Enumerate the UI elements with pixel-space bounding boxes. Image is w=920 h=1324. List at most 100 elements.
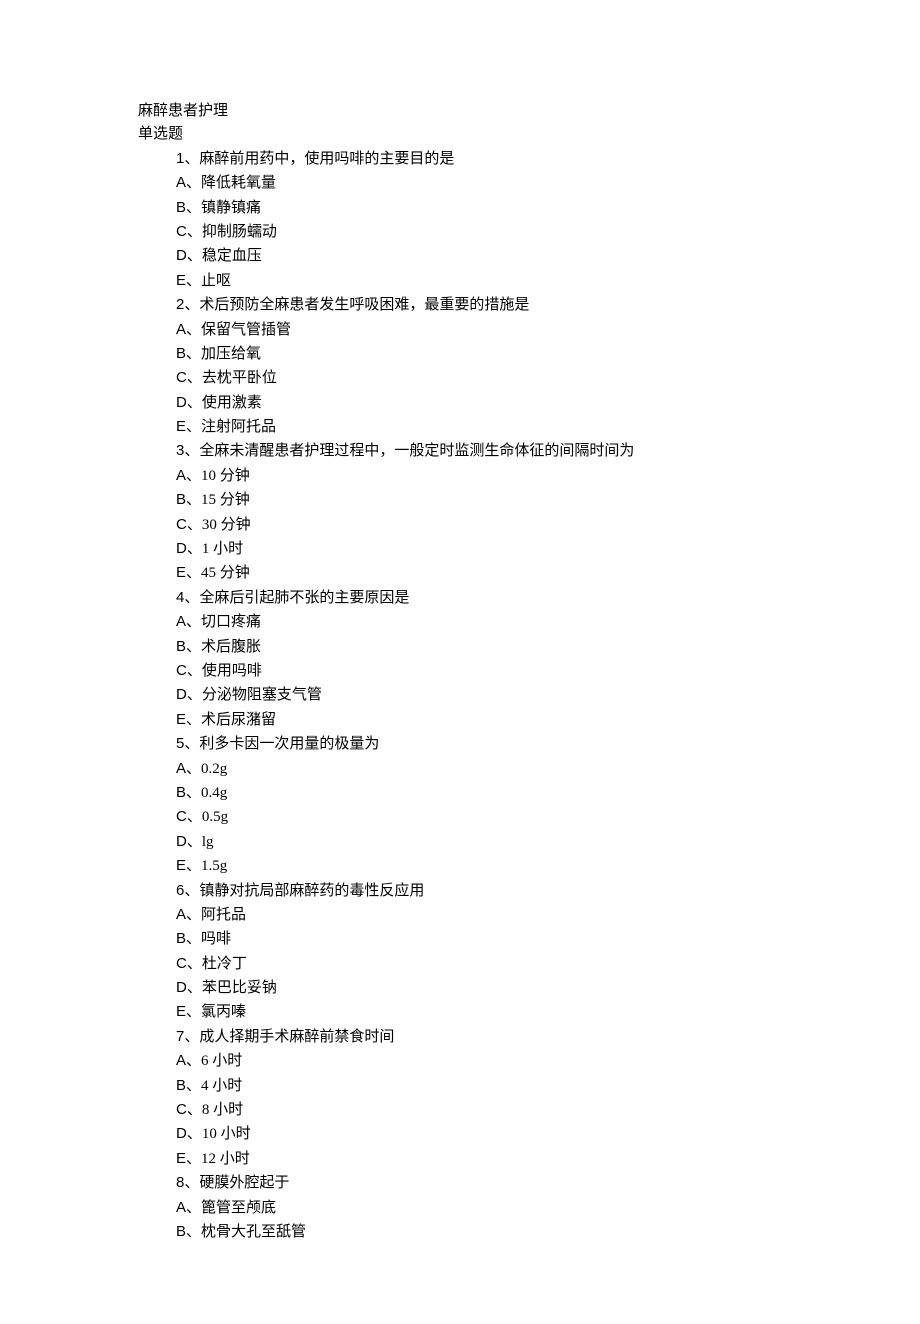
option-text: 0.4g (201, 785, 227, 801)
option-text: 12 小时 (201, 1151, 250, 1167)
option-separator: 、 (187, 980, 202, 996)
option-separator: 、 (187, 224, 202, 240)
option-text: 保留气管插管 (201, 322, 291, 338)
option-separator: 、 (186, 639, 201, 655)
option-separator: 、 (186, 565, 201, 581)
document-title: 麻醉患者护理 (138, 100, 782, 123)
option-separator: 、 (187, 1102, 202, 1118)
option-separator: 、 (186, 1078, 201, 1094)
option-label: E (176, 418, 186, 435)
option-line: A、10 分钟 (138, 464, 782, 488)
option-line: C、0.5g (138, 805, 782, 829)
option-line: C、抑制肠蠕动 (138, 220, 782, 244)
option-line: B、0.4g (138, 781, 782, 805)
option-separator: 、 (186, 492, 201, 508)
option-text: 使用激素 (202, 395, 262, 411)
option-text: 注射阿托品 (201, 419, 276, 435)
option-separator: 、 (187, 541, 202, 557)
option-separator: 、 (186, 175, 201, 191)
option-label: A (176, 613, 186, 630)
option-label: C (176, 223, 187, 240)
question-text: 1、麻醉前用药中，使用吗啡的主要目的是 (138, 147, 782, 171)
option-line: E、45 分钟 (138, 561, 782, 585)
option-separator: 、 (187, 370, 202, 386)
option-label: A (176, 760, 186, 777)
option-line: B、镇静镇痛 (138, 196, 782, 220)
option-line: B、枕骨大孔至舐管 (138, 1220, 782, 1244)
option-text: 苯巴比妥钠 (202, 980, 277, 996)
option-separator: 、 (186, 419, 201, 435)
option-separator: 、 (186, 761, 201, 777)
option-separator: 、 (186, 712, 201, 728)
option-line: D、1 小时 (138, 537, 782, 561)
option-line: C、8 小时 (138, 1098, 782, 1122)
option-line: A、6 小时 (138, 1049, 782, 1073)
option-separator: 、 (187, 517, 202, 533)
option-text: 止呕 (201, 273, 231, 289)
option-text: 10 分钟 (201, 468, 250, 484)
option-separator: 、 (186, 858, 201, 874)
option-text: 镇静镇痛 (201, 200, 261, 216)
option-separator: 、 (186, 785, 201, 801)
option-separator: 、 (187, 809, 202, 825)
option-text: 0.5g (202, 809, 228, 825)
option-label: D (176, 394, 187, 411)
question-separator: 、 (184, 297, 199, 313)
option-text: 0.2g (201, 761, 227, 777)
option-separator: 、 (187, 687, 202, 703)
option-separator: 、 (186, 614, 201, 630)
option-text: 使用吗啡 (202, 663, 262, 679)
option-line: E、12 小时 (138, 1147, 782, 1171)
question-text: 6、镇静对抗局部麻醉药的毒性反应用 (138, 879, 782, 903)
section-heading: 单选题 (138, 123, 782, 146)
option-separator: 、 (186, 907, 201, 923)
option-text: lg (202, 834, 214, 850)
question-separator: 、 (184, 151, 199, 167)
question-stem: 成人择期手术麻醉前禁食时间 (199, 1029, 394, 1045)
option-label: C (176, 662, 187, 679)
option-line: E、注射阿托品 (138, 415, 782, 439)
option-label: A (176, 1199, 186, 1216)
option-line: B、15 分钟 (138, 488, 782, 512)
option-label: A (176, 467, 186, 484)
question-stem: 镇静对抗局部麻醉药的毒性反应用 (199, 883, 424, 899)
option-label: E (176, 564, 186, 581)
option-separator: 、 (186, 346, 201, 362)
question-stem: 利多卡因一次用量的极量为 (199, 736, 379, 752)
option-label: E (176, 1150, 186, 1167)
option-text: 1.5g (201, 858, 227, 874)
option-label: E (176, 857, 186, 874)
question-text: 4、全麻后引起肺不张的主要原因是 (138, 586, 782, 610)
question-separator: 、 (184, 736, 199, 752)
question-separator: 、 (184, 883, 199, 899)
option-separator: 、 (186, 1200, 201, 1216)
option-label: C (176, 808, 187, 825)
option-line: A、阿托品 (138, 903, 782, 927)
option-text: 4 小时 (201, 1078, 242, 1094)
option-separator: 、 (186, 273, 201, 289)
option-text: 10 小时 (202, 1126, 251, 1142)
option-line: D、使用激素 (138, 391, 782, 415)
option-line: A、篦管至颅底 (138, 1196, 782, 1220)
option-text: 6 小时 (201, 1053, 242, 1069)
option-line: B、加压给氧 (138, 342, 782, 366)
option-line: C、使用吗啡 (138, 659, 782, 683)
questions-container: 1、麻醉前用药中，使用吗啡的主要目的是A、降低耗氧量B、镇静镇痛C、抑制肠蠕动D… (138, 147, 782, 1245)
question-stem: 硬膜外腔起于 (199, 1175, 289, 1191)
option-text: 枕骨大孔至舐管 (201, 1224, 306, 1240)
option-line: D、lg (138, 830, 782, 854)
option-label: B (176, 638, 186, 655)
option-line: B、4 小时 (138, 1074, 782, 1098)
option-text: 分泌物阻塞支气管 (202, 687, 322, 703)
option-label: B (176, 345, 186, 362)
option-text: 篦管至颅底 (201, 1200, 276, 1216)
option-separator: 、 (187, 248, 202, 264)
option-line: A、降低耗氧量 (138, 171, 782, 195)
option-label: E (176, 272, 186, 289)
option-separator: 、 (186, 931, 201, 947)
option-text: 氯丙嗪 (201, 1004, 246, 1020)
option-label: D (176, 833, 187, 850)
option-text: 降低耗氧量 (201, 175, 276, 191)
question-separator: 、 (184, 1029, 199, 1045)
option-line: A、保留气管插管 (138, 318, 782, 342)
